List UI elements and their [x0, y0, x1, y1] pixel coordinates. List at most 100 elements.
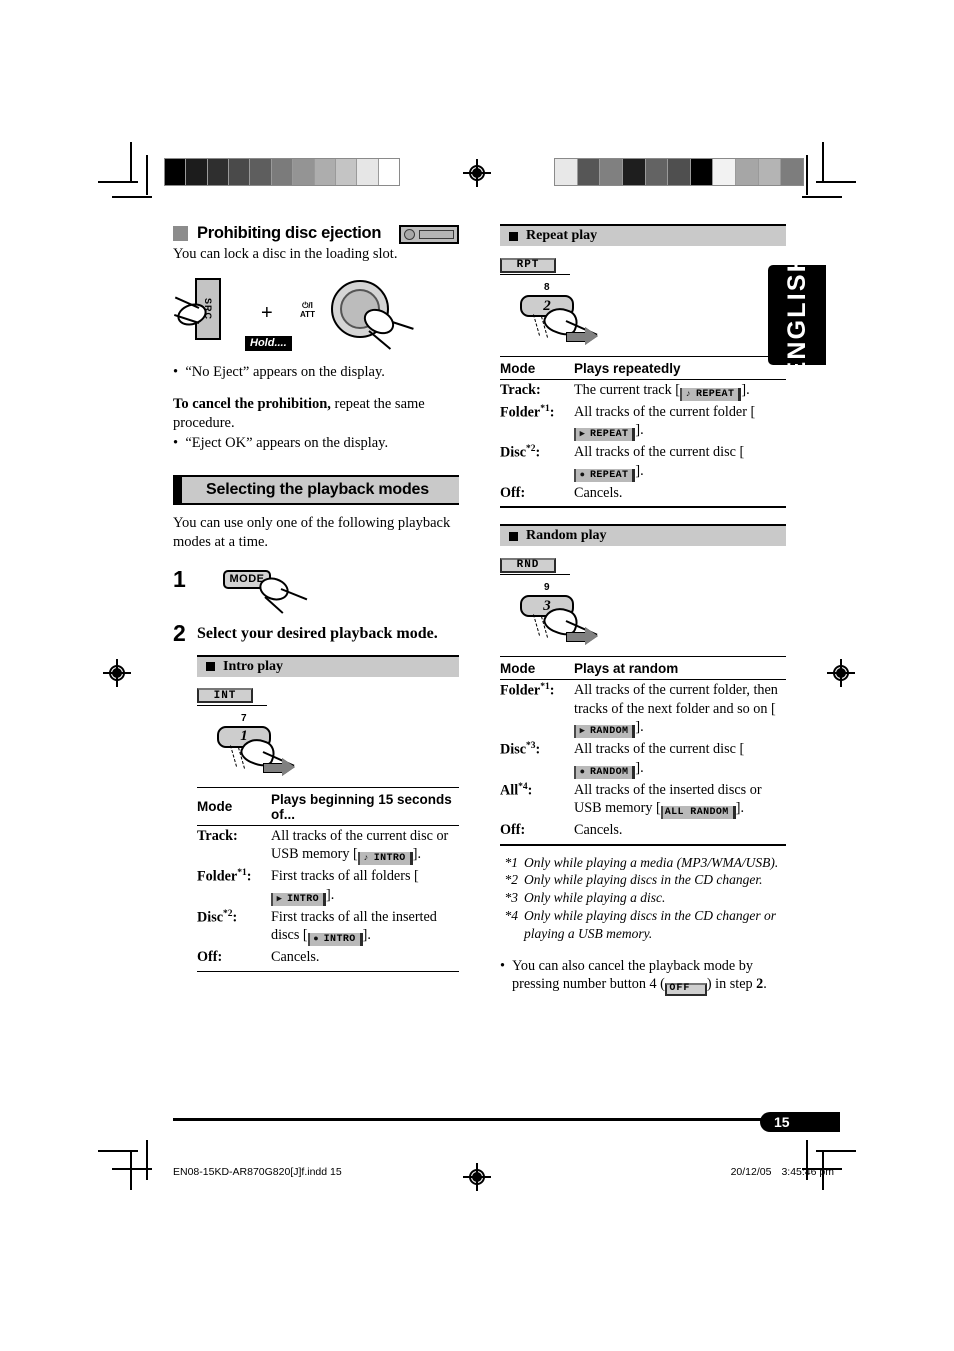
mode-name: Folder [197, 869, 238, 886]
badge-glyph-icon: ● [579, 469, 586, 480]
calibration-swatch-4 [250, 159, 272, 185]
table-row: Folder*1: All tracks of the current folde… [500, 402, 786, 442]
badge-label: REPEAT [590, 469, 629, 481]
mode-description-cell: All tracks of the current disc [ ● RANDOM]… [574, 739, 786, 779]
mode-description-text: Cancels. [574, 484, 623, 501]
tip-cancel-playback-mode: You can also cancel the playback mode by… [500, 957, 786, 996]
table-header-row: Mode Plays at random [500, 656, 786, 681]
mode-description-text: All tracks of the current folder [ [574, 404, 756, 420]
table-row: All*4: All tracks of the inserted discs o… [500, 780, 786, 820]
page-number-badge: 15 [760, 1112, 840, 1132]
mode-description-text-after: ]. [326, 886, 335, 903]
calibration-swatch-4 [645, 159, 669, 185]
crop-mark-br-h [816, 1150, 856, 1152]
footnote-text: Only while playing a disc. [524, 890, 666, 906]
mode-name: Folder [500, 683, 541, 700]
table-header-mode: Mode [197, 786, 271, 826]
mode-description-cell: Cancels. [574, 820, 786, 843]
section-intro-text: You can lock a disc in the loading slot. [173, 246, 398, 262]
table-row: Disc*2: All tracks of the current disc [ ●… [500, 442, 786, 482]
mode-description-text-after: ]. [635, 422, 644, 439]
crop-mark-tr-v [822, 142, 824, 182]
badge-glyph-icon: ♪ [363, 853, 370, 864]
step-2-number: 2 [173, 619, 186, 646]
calibration-swatch-6 [690, 159, 714, 185]
badge-glyph-icon: ▶ [579, 726, 586, 737]
mode-description-text: Cancels. [574, 822, 623, 839]
badge-label: REPEAT [590, 429, 629, 441]
registration-mark-right [827, 659, 855, 687]
random-display-chip-row: RND [500, 554, 786, 578]
banner-title: Selecting the playback modes [206, 480, 429, 498]
calibration-swatch-3 [622, 159, 646, 185]
mode-description-text-after: ]. [635, 719, 644, 736]
display-indicator-badge: ♪ REPEAT [679, 388, 742, 401]
grayscale-calibration-bar-left [164, 158, 400, 186]
mode-description-text-after: ]. [412, 846, 421, 863]
section-marker-icon [173, 226, 188, 241]
step-1-number: 1 [173, 565, 186, 592]
calibration-swatch-2 [600, 159, 623, 185]
footer-date: 20/12/05 [730, 1166, 772, 1178]
crop-mark-bl-v [130, 1150, 132, 1190]
number-key-2-superscript: 8 [544, 282, 550, 293]
section-title: Prohibiting disc ejection [197, 224, 382, 242]
mode-description-cell: First tracks of all the inserted discs [… [271, 907, 459, 947]
display-indicator-badge: ● RANDOM [574, 765, 636, 779]
subheading-square-icon [509, 531, 518, 541]
table-row: Folder*1: All tracks of the current folde… [500, 680, 786, 739]
mode-description-cell: First tracks of all folders [▶ INTRO]. [271, 866, 459, 906]
random-play-block: Random play RND 9 3 Mode Plays at random… [500, 524, 786, 846]
mode-description-text-after: ]. [635, 759, 644, 776]
mode-description-text: All tracks of the current disc [ [574, 741, 745, 758]
subheading-random-play-label: Random play [526, 528, 607, 544]
footnote-mark: *2 [504, 872, 519, 888]
random-play-mode-table: Mode Plays at random Folder*1: All tracks… [500, 656, 786, 843]
plus-sign: + [261, 302, 273, 325]
mode-description-cell: All tracks of the current folder [ ▶ REPEA… [574, 402, 786, 442]
mode-description-text: All tracks of the current disc [ [574, 444, 745, 461]
crop-mark-tl-v [130, 142, 132, 182]
subheading-repeat-play-label: Repeat play [526, 228, 598, 243]
crop-mark-tr-v2 [806, 155, 808, 195]
crop-mark-bl-v2 [146, 1140, 148, 1180]
mode-name: Off [197, 949, 218, 966]
subheading-random-play: Random play [500, 524, 786, 547]
mode-description-cell: All tracks of the current disc or USB me… [271, 825, 459, 866]
mode-name-cell: Folder*1: [500, 682, 555, 700]
mode-name: Disc [500, 445, 527, 462]
footer-filename: EN08-15KD-AR870G820[J]f.indd 15 [173, 1166, 342, 1178]
badge-label: RANDOM [590, 726, 629, 738]
crop-mark-tl-h [98, 181, 138, 183]
mode-description-text-after: ]. [362, 927, 371, 944]
mode-name: Disc [500, 742, 527, 758]
number-key-3-superscript: 9 [544, 582, 550, 594]
table-row: Track: The current track [♪ REPEAT]. [500, 380, 786, 403]
display-indicator-badge: ▶ RANDOM [574, 725, 636, 739]
mode-name-cell: Off: [500, 484, 526, 501]
display-indicator-badge: ● REPEAT [574, 468, 636, 482]
mode-description-text: All tracks of the current folder, then t… [574, 682, 778, 717]
table-row: Folder*1: First tracks of all folders [▶ I… [197, 866, 459, 906]
mode-description-text: Cancels. [271, 949, 320, 966]
display-indicator-badge: ALL RANDOM [660, 806, 736, 820]
mode-description-text-after: ]. [735, 800, 744, 817]
repeat-display-chip-row: RPT [500, 254, 786, 278]
badge-glyph-icon: ▶ [276, 893, 283, 904]
registration-mark-top [463, 159, 491, 187]
table-row: Off: Cancels. [197, 947, 459, 970]
number-key-1-superscript: 7 [241, 712, 247, 724]
intro-play-block: Intro play INT 7 1 Mode Plays beginning … [197, 654, 459, 972]
footnote-mark: *1 [540, 682, 550, 693]
bullet-no-eject: “No Eject” appears on the display. [173, 363, 459, 382]
table-row: Disc*3: All tracks of the current disc [●… [500, 739, 786, 779]
calibration-swatch-5 [271, 159, 294, 185]
mode-name-cell: All*4: [500, 781, 533, 799]
badge-label: RANDOM [590, 766, 629, 778]
mode-description-cell: Cancels. [271, 947, 459, 970]
mode-name-cell: Disc*2: [500, 444, 541, 462]
display-indicator-badge: ▶ INTRO [271, 892, 327, 906]
display-indicator-badge: ▶ REPEAT [574, 428, 636, 442]
calibration-swatch-3 [229, 159, 251, 185]
badge-label: INTRO [373, 853, 406, 865]
